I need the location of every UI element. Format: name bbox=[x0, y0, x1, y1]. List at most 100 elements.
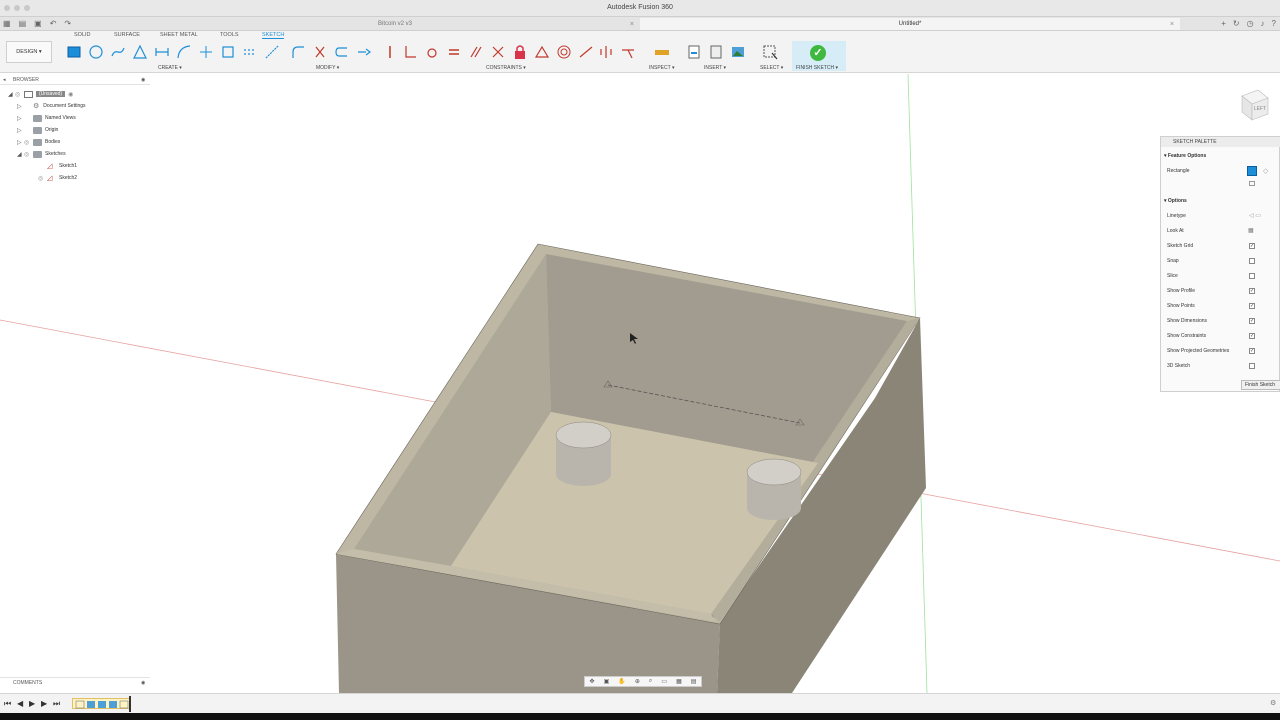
tree-item-sketch2[interactable]: ◎ ◿ Sketch2 bbox=[38, 173, 77, 183]
spline-icon[interactable] bbox=[110, 44, 126, 60]
concentric-icon[interactable] bbox=[556, 44, 572, 60]
rectangle-icon[interactable] bbox=[66, 44, 82, 60]
tree-item-sketches[interactable]: ◢ ◎ Sketches bbox=[17, 149, 66, 159]
collapse-icon[interactable]: ◂ bbox=[3, 77, 6, 83]
collapse-icon[interactable]: ◢ bbox=[17, 151, 24, 158]
3d-viewport[interactable] bbox=[0, 74, 1280, 693]
visibility-eye-icon[interactable]: ◎ bbox=[24, 151, 33, 158]
first-step-icon[interactable]: ⏮ bbox=[4, 699, 11, 709]
timeline-marker[interactable] bbox=[129, 696, 131, 712]
browser-header[interactable]: ◂ BROWSER ◉ bbox=[0, 75, 150, 85]
modify-menu[interactable]: MODIFY ▾ bbox=[316, 65, 339, 71]
midpoint-icon[interactable] bbox=[534, 44, 550, 60]
redo-icon[interactable]: ↷ bbox=[64, 19, 71, 28]
next-step-icon[interactable]: ▶ bbox=[41, 699, 47, 708]
close-icon[interactable]: × bbox=[1170, 21, 1174, 28]
polygon-icon[interactable] bbox=[132, 44, 148, 60]
palette-finish-sketch-button[interactable]: Finish Sketch bbox=[1241, 380, 1280, 390]
tab-tools[interactable]: TOOLS bbox=[220, 32, 239, 38]
look-at-icon[interactable]: ▣ bbox=[604, 678, 610, 685]
fillet-icon[interactable] bbox=[290, 44, 306, 60]
visibility-eye-icon[interactable]: ◎ bbox=[24, 139, 33, 146]
select-menu[interactable]: SELECT ▾ bbox=[760, 65, 783, 71]
rectangle-3point-icon[interactable] bbox=[1249, 181, 1255, 186]
options-section[interactable]: ▾ Options bbox=[1164, 198, 1187, 204]
help-icon[interactable]: ? bbox=[1272, 19, 1276, 28]
3d-sketch-checkbox[interactable] bbox=[1249, 363, 1255, 369]
tab-document-untitled[interactable]: Untitled* × bbox=[640, 18, 1180, 30]
pin-icon[interactable]: ◉ bbox=[141, 680, 145, 686]
tree-item-sketch1[interactable]: ◿ Sketch1 bbox=[38, 161, 77, 171]
show-points-checkbox[interactable] bbox=[1249, 303, 1255, 309]
pin-icon[interactable]: ◉ bbox=[141, 77, 145, 83]
show-projected-geometries-checkbox[interactable] bbox=[1249, 348, 1255, 354]
fix-lock-icon[interactable] bbox=[512, 44, 528, 60]
rectangle-2point-icon[interactable] bbox=[1247, 166, 1257, 176]
zoom-window-icon[interactable]: ⊕ bbox=[635, 678, 640, 685]
visibility-eye-icon[interactable]: ◎ bbox=[38, 175, 47, 182]
insert-menu[interactable]: INSERT ▾ bbox=[704, 65, 726, 71]
show-profile-checkbox[interactable] bbox=[1249, 288, 1255, 294]
feature-options-section[interactable]: ▾ Feature Options bbox=[1164, 153, 1206, 159]
equal-icon[interactable] bbox=[446, 44, 462, 60]
expand-icon[interactable]: ▷ bbox=[17, 139, 24, 146]
timeline-features[interactable] bbox=[72, 698, 130, 709]
tree-root[interactable]: ◢ ◎ (Unsaved) ◉ bbox=[8, 89, 77, 99]
expand-icon[interactable]: ▷ bbox=[17, 115, 24, 122]
previous-step-icon[interactable]: ◀ bbox=[17, 699, 23, 708]
slice-checkbox[interactable] bbox=[1249, 273, 1255, 279]
select-icon[interactable] bbox=[762, 44, 778, 60]
save-icon[interactable]: ▣ bbox=[34, 19, 42, 28]
insert-image-icon[interactable] bbox=[730, 44, 746, 60]
trim-icon[interactable] bbox=[312, 44, 328, 60]
viewports-icon[interactable]: ▤ bbox=[691, 678, 697, 685]
expand-icon[interactable]: ▷ bbox=[17, 103, 24, 110]
grid-settings-icon[interactable]: ▦ bbox=[676, 678, 682, 685]
tab-document-bitcoin[interactable]: Bitcoin v2 v3 × bbox=[150, 18, 640, 30]
expand-icon[interactable]: ◢ bbox=[8, 91, 15, 98]
pan-icon[interactable]: ✋ bbox=[618, 678, 625, 685]
orbit-icon[interactable]: ✥ bbox=[590, 678, 595, 685]
visibility-eye-icon[interactable]: ◎ bbox=[15, 91, 24, 98]
comments-panel[interactable]: COMMENTS ◉ bbox=[0, 677, 150, 687]
activate-radio-icon[interactable]: ◉ bbox=[68, 91, 77, 98]
offset-icon[interactable] bbox=[242, 44, 258, 60]
arc-icon[interactable] bbox=[176, 44, 192, 60]
tab-sheet-metal[interactable]: SHEET METAL bbox=[160, 32, 198, 38]
collinear-icon[interactable] bbox=[578, 44, 594, 60]
last-step-icon[interactable]: ⏭ bbox=[53, 699, 60, 709]
file-icon[interactable]: ▤ bbox=[19, 19, 27, 28]
insert-svg-icon[interactable] bbox=[708, 44, 724, 60]
inspect-menu[interactable]: INSPECT ▾ bbox=[649, 65, 674, 71]
tab-surface[interactable]: SURFACE bbox=[114, 32, 140, 38]
snap-checkbox[interactable] bbox=[1249, 258, 1255, 264]
tree-item-named-views[interactable]: ▷ Named Views bbox=[17, 113, 76, 123]
tree-item-origin[interactable]: ▷ Origin bbox=[17, 125, 58, 135]
show-constraints-checkbox[interactable] bbox=[1249, 333, 1255, 339]
bell-icon[interactable]: ♪ bbox=[1261, 19, 1265, 28]
look-at-icon[interactable]: ▦ bbox=[1248, 227, 1254, 234]
coincident-icon[interactable] bbox=[382, 44, 398, 60]
close-icon[interactable]: × bbox=[630, 21, 634, 28]
new-tab-icon[interactable]: + bbox=[1221, 19, 1226, 28]
play-icon[interactable]: ▶ bbox=[29, 699, 35, 708]
create-menu[interactable]: CREATE ▾ bbox=[158, 65, 182, 71]
curvature-icon[interactable] bbox=[620, 44, 636, 60]
fit-icon[interactable]: ⌕ bbox=[649, 678, 652, 685]
finish-sketch-label[interactable]: FINISH SKETCH ▾ bbox=[796, 65, 838, 71]
tab-sketch[interactable]: SKETCH bbox=[262, 32, 285, 39]
extend-icon[interactable] bbox=[334, 44, 350, 60]
grid-menu-icon[interactable]: ▦ bbox=[3, 19, 11, 28]
tree-item-bodies[interactable]: ▷ ◎ Bodies bbox=[17, 137, 60, 147]
refresh-icon[interactable]: ↻ bbox=[1233, 19, 1240, 28]
construction-linetype-icon[interactable]: ◁ ▭ bbox=[1249, 212, 1261, 219]
tangent-icon[interactable] bbox=[424, 44, 440, 60]
design-workspace-button[interactable]: DESIGN ▾ bbox=[6, 41, 52, 63]
symmetry-icon[interactable] bbox=[598, 44, 614, 60]
undo-icon[interactable]: ↶ bbox=[50, 19, 57, 28]
insert-dxf-icon[interactable] bbox=[686, 44, 702, 60]
show-dimensions-checkbox[interactable] bbox=[1249, 318, 1255, 324]
timeline-settings-gear-icon[interactable]: ⚙ bbox=[1270, 699, 1276, 707]
perp-cross-icon[interactable] bbox=[490, 44, 506, 60]
slot-icon[interactable] bbox=[154, 44, 170, 60]
